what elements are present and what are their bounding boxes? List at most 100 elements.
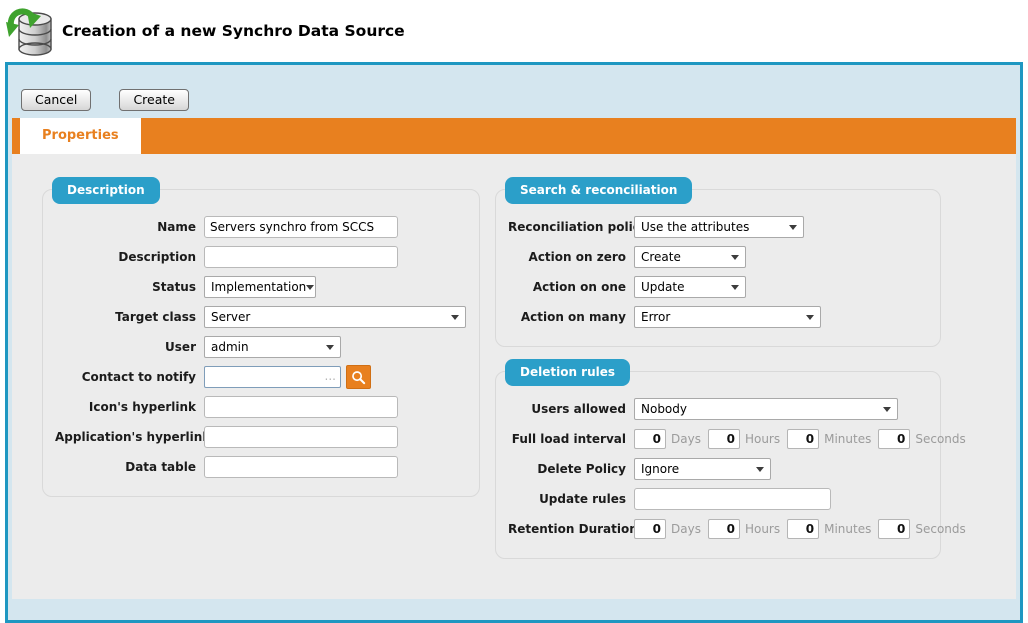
search-reconciliation-fieldset: Search & reconciliation Reconciliation p… xyxy=(495,189,941,347)
full-load-seconds-input[interactable] xyxy=(878,429,910,449)
panel-body: Description Name Description Status Impl… xyxy=(12,154,1016,599)
action-on-many-select[interactable]: Error xyxy=(634,306,821,328)
chevron-down-icon xyxy=(306,285,314,294)
action-on-one-label: Action on one xyxy=(508,280,634,294)
reconciliation-policy-value: Use the attributes xyxy=(641,220,749,234)
action-on-many-row: Action on many Error xyxy=(508,306,928,328)
full-load-days-input[interactable] xyxy=(634,429,666,449)
target-class-row: Target class Server xyxy=(55,306,467,328)
data-table-row: Data table xyxy=(55,456,467,478)
full-load-hours-input[interactable] xyxy=(708,429,740,449)
data-table-input[interactable] xyxy=(204,456,398,478)
action-on-zero-value: Create xyxy=(641,250,681,264)
icon-hyperlink-label: Icon's hyperlink xyxy=(55,400,204,414)
user-select[interactable]: admin xyxy=(204,336,341,358)
hours-unit-label: Hours xyxy=(745,522,780,536)
icon-hyperlink-input[interactable] xyxy=(204,396,398,418)
contact-search-button[interactable] xyxy=(346,365,371,389)
reconciliation-policy-row: Reconciliation policy Use the attributes xyxy=(508,216,928,238)
deletion-rules-legend: Deletion rules xyxy=(505,359,630,386)
name-input[interactable] xyxy=(204,216,398,238)
hours-unit-label: Hours xyxy=(745,432,780,446)
application-hyperlink-label: Application's hyperlink xyxy=(55,430,204,444)
target-class-select[interactable]: Server xyxy=(204,306,466,328)
create-button[interactable]: Create xyxy=(119,89,189,111)
days-unit-label: Days xyxy=(671,432,701,446)
users-allowed-select[interactable]: Nobody xyxy=(634,398,898,420)
users-allowed-row: Users allowed Nobody xyxy=(508,398,928,420)
status-row: Status Implementation xyxy=(55,276,467,298)
target-class-value: Server xyxy=(211,310,250,324)
description-row: Description xyxy=(55,246,467,268)
page-title: Creation of a new Synchro Data Source xyxy=(62,22,405,40)
update-rules-label: Update rules xyxy=(508,492,634,506)
action-on-many-label: Action on many xyxy=(508,310,634,324)
reconciliation-policy-label: Reconciliation policy xyxy=(508,220,634,234)
retention-duration-row: Retention Duration Days Hours Minutes Se… xyxy=(508,518,928,540)
action-on-one-row: Action on one Update xyxy=(508,276,928,298)
contact-to-notify-row: Contact to notify ... xyxy=(55,366,467,388)
users-allowed-value: Nobody xyxy=(641,402,687,416)
delete-policy-row: Delete Policy Ignore xyxy=(508,458,928,480)
chevron-down-icon xyxy=(731,285,739,294)
application-hyperlink-row: Application's hyperlink xyxy=(55,426,467,448)
tab-properties[interactable]: Properties xyxy=(20,118,141,154)
full-load-interval-label: Full load interval xyxy=(508,432,634,446)
status-label: Status xyxy=(55,280,204,294)
main-frame: Cancel Create Properties Description Nam… xyxy=(5,62,1023,623)
minutes-unit-label: Minutes xyxy=(824,432,871,446)
cancel-button[interactable]: Cancel xyxy=(21,89,91,111)
chevron-down-icon xyxy=(789,225,797,234)
status-select[interactable]: Implementation xyxy=(204,276,316,298)
user-value: admin xyxy=(211,340,249,354)
description-fieldset: Description Name Description Status Impl… xyxy=(42,189,480,497)
retention-seconds-input[interactable] xyxy=(878,519,910,539)
status-value: Implementation xyxy=(211,280,306,294)
data-table-label: Data table xyxy=(55,460,204,474)
synchro-data-source-icon xyxy=(5,3,55,59)
update-rules-row: Update rules xyxy=(508,488,928,510)
update-rules-input[interactable] xyxy=(634,488,831,510)
retention-hours-input[interactable] xyxy=(708,519,740,539)
search-reconciliation-legend: Search & reconciliation xyxy=(505,177,692,204)
chevron-down-icon xyxy=(806,315,814,324)
contact-to-notify-input[interactable] xyxy=(204,366,341,388)
toolbar: Cancel Create xyxy=(12,65,1016,118)
retention-minutes-input[interactable] xyxy=(787,519,819,539)
days-unit-label: Days xyxy=(671,522,701,536)
page-header: Creation of a new Synchro Data Source xyxy=(0,0,1028,62)
delete-policy-select[interactable]: Ignore xyxy=(634,458,771,480)
action-on-one-value: Update xyxy=(641,280,684,294)
action-on-many-value: Error xyxy=(641,310,670,324)
chevron-down-icon xyxy=(451,315,459,324)
user-row: User admin xyxy=(55,336,467,358)
magnifier-icon xyxy=(351,370,366,385)
action-on-zero-select[interactable]: Create xyxy=(634,246,746,268)
tab-bar: Properties xyxy=(12,118,1016,154)
full-load-minutes-input[interactable] xyxy=(787,429,819,449)
name-label: Name xyxy=(55,220,204,234)
action-on-one-select[interactable]: Update xyxy=(634,276,746,298)
user-label: User xyxy=(55,340,204,354)
delete-policy-value: Ignore xyxy=(641,462,679,476)
chevron-down-icon xyxy=(731,255,739,264)
chevron-down-icon xyxy=(756,467,764,476)
full-load-interval-row: Full load interval Days Hours Minutes Se… xyxy=(508,428,928,450)
chevron-down-icon xyxy=(883,407,891,416)
form-panel: Properties Description Name Description xyxy=(12,118,1016,599)
seconds-unit-label: Seconds xyxy=(915,522,965,536)
minutes-unit-label: Minutes xyxy=(824,522,871,536)
users-allowed-label: Users allowed xyxy=(508,402,634,416)
chevron-down-icon xyxy=(326,345,334,354)
description-input[interactable] xyxy=(204,246,398,268)
retention-days-input[interactable] xyxy=(634,519,666,539)
description-legend: Description xyxy=(52,177,160,204)
action-on-zero-label: Action on zero xyxy=(508,250,634,264)
deletion-rules-fieldset: Deletion rules Users allowed Nobody Full… xyxy=(495,371,941,559)
action-on-zero-row: Action on zero Create xyxy=(508,246,928,268)
reconciliation-policy-select[interactable]: Use the attributes xyxy=(634,216,804,238)
target-class-label: Target class xyxy=(55,310,204,324)
description-label: Description xyxy=(55,250,204,264)
application-hyperlink-input[interactable] xyxy=(204,426,398,448)
icon-hyperlink-row: Icon's hyperlink xyxy=(55,396,467,418)
